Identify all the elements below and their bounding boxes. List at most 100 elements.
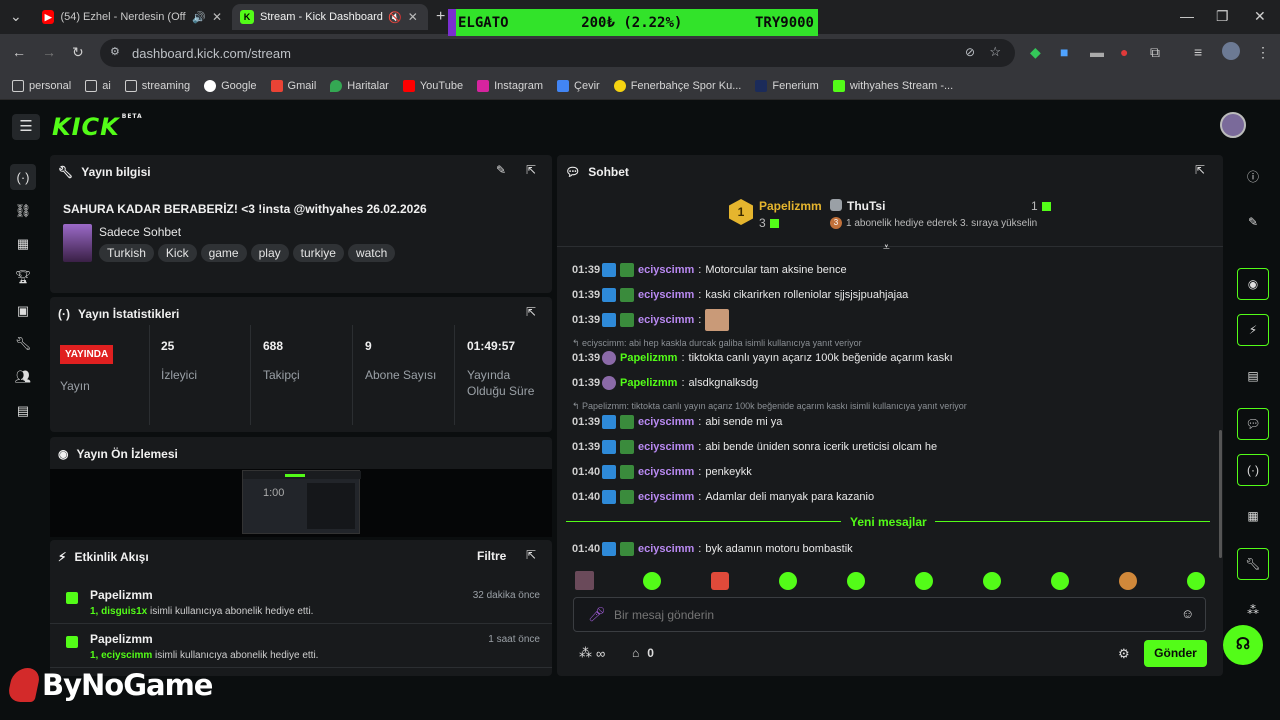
- microphone-icon[interactable]: 🎤︎: [588, 606, 606, 623]
- close-tab-icon[interactable]: ✕: [212, 10, 222, 24]
- chat-username[interactable]: Papelizmm: [620, 352, 677, 364]
- notes-icon[interactable]: ▤: [1237, 360, 1269, 392]
- chat-username[interactable]: eciyscimm: [638, 491, 694, 503]
- bookmark-personal[interactable]: personal: [12, 79, 71, 92]
- bookmark-gmail[interactable]: Gmail: [270, 79, 316, 92]
- kicks-icon[interactable]: ⁂: [1237, 594, 1269, 626]
- send-button[interactable]: Gönder: [1144, 640, 1207, 667]
- kicks-balance[interactable]: ⁂ ∞: [579, 645, 605, 661]
- extension-icon[interactable]: ▬: [1090, 44, 1104, 60]
- layout-icon[interactable]: ▦: [1237, 500, 1269, 532]
- emote-icon[interactable]: [711, 572, 729, 590]
- minimize-icon[interactable]: —: [1180, 8, 1194, 24]
- bookmark-maps[interactable]: Haritalar: [330, 79, 389, 92]
- star-icon[interactable]: ☆: [989, 44, 1001, 60]
- new-tab-icon[interactable]: +: [436, 8, 445, 26]
- chat-input-box[interactable]: 🎤︎ ☺: [573, 597, 1206, 632]
- bookmark-fenerium[interactable]: Fenerium: [755, 79, 819, 92]
- analytics-icon[interactable]: ▦: [10, 231, 36, 257]
- profile-avatar[interactable]: [1222, 42, 1240, 60]
- chat-username[interactable]: eciyscimm: [638, 441, 694, 453]
- url-field[interactable]: ⚙ dashboard.kick.com/stream ⊘ ☆: [100, 39, 1015, 67]
- popout-icon[interactable]: ⇱: [1195, 163, 1211, 179]
- emote-icon[interactable]: [915, 572, 933, 590]
- emote-icon[interactable]: [983, 572, 1001, 590]
- back-icon[interactable]: ←: [12, 44, 26, 60]
- support-headset-icon[interactable]: ☊: [1223, 625, 1263, 665]
- reply-context[interactable]: ↰ eciyscimm: abi hep kaskla durcak galib…: [572, 338, 862, 349]
- category-name[interactable]: Sadece Sohbet: [99, 225, 181, 239]
- chat-username[interactable]: eciyscimm: [638, 314, 694, 326]
- chat-username[interactable]: Papelizmm: [620, 377, 677, 389]
- muted-icon[interactable]: 🔇: [388, 11, 402, 24]
- user-avatar[interactable]: [1220, 112, 1246, 138]
- emote-image[interactable]: [705, 309, 730, 331]
- extension-icon[interactable]: ●: [1120, 44, 1128, 60]
- store-counter[interactable]: ⌂ 0: [632, 646, 654, 660]
- chat-username[interactable]: eciyscimm: [638, 264, 694, 276]
- reload-icon[interactable]: ↻: [72, 44, 84, 61]
- chat-settings-gear-icon[interactable]: ⚙: [1118, 646, 1130, 662]
- video-library-icon[interactable]: ▣: [10, 298, 36, 324]
- kick-logo[interactable]: KICK BETA: [52, 113, 143, 141]
- shield-extension-icon[interactable]: ◆: [1030, 44, 1041, 61]
- emote-icon[interactable]: [1187, 572, 1205, 590]
- bookmark-kick-stream[interactable]: withyahes Stream -...: [832, 79, 953, 92]
- collapse-leaderboard-icon[interactable]: ⩡: [883, 240, 890, 255]
- tab-search-icon[interactable]: ⌄: [10, 8, 22, 25]
- top-gifter-name[interactable]: Papelizmm: [759, 199, 822, 213]
- second-gifter-name[interactable]: ThuTsi: [847, 199, 885, 213]
- event-user[interactable]: Papelizmm: [90, 632, 153, 646]
- extension-icon[interactable]: ■: [1060, 44, 1068, 60]
- emote-icon[interactable]: [643, 572, 661, 590]
- site-info-icon[interactable]: ⚙: [110, 45, 120, 58]
- bookmark-google[interactable]: Google: [204, 79, 257, 92]
- popout-icon[interactable]: ⇱: [526, 305, 542, 321]
- preview-video-area[interactable]: 1:00: [50, 469, 552, 537]
- community-icon[interactable]: 👥︎: [10, 364, 36, 390]
- bookmark-ai[interactable]: ai: [85, 79, 111, 92]
- bookmark-instagram[interactable]: Instagram: [477, 79, 543, 92]
- emote-icon[interactable]: [1119, 572, 1137, 590]
- extensions-puzzle-icon[interactable]: ⧉: [1150, 44, 1160, 61]
- chat-username[interactable]: eciyscimm: [638, 289, 694, 301]
- popout-icon[interactable]: ⇱: [526, 163, 542, 179]
- stream-broadcast-icon[interactable]: (·): [10, 164, 36, 190]
- menu-icon[interactable]: ⋮: [1256, 44, 1270, 61]
- eye-off-icon[interactable]: ⊘: [965, 45, 975, 59]
- popout-icon[interactable]: ⇱: [526, 548, 542, 564]
- category-thumbnail[interactable]: [63, 224, 92, 262]
- emote-recent[interactable]: [575, 571, 594, 590]
- link-icon[interactable]: ⛓: [10, 198, 36, 224]
- emote-icon[interactable]: [1051, 572, 1069, 590]
- bookmark-youtube[interactable]: YouTube: [402, 79, 463, 92]
- lightning-toggle-icon[interactable]: ⚡︎: [1237, 314, 1269, 346]
- chat-username[interactable]: eciyscimm: [638, 466, 694, 478]
- close-tab-icon[interactable]: ✕: [408, 10, 418, 24]
- chat-scrollbar[interactable]: [1219, 430, 1222, 558]
- wrench-toggle-icon[interactable]: 🔧︎: [1237, 548, 1269, 580]
- broadcast-toggle-icon[interactable]: (·): [1237, 454, 1269, 486]
- chat-username[interactable]: eciyscimm: [638, 416, 694, 428]
- edit-pencil-icon[interactable]: ✎: [496, 163, 512, 179]
- event-user[interactable]: Papelizmm: [90, 588, 153, 602]
- reply-context[interactable]: ↰ Papelizmm: tiktokta canlı yayın açarız…: [572, 401, 967, 412]
- emote-icon[interactable]: [847, 572, 865, 590]
- emoji-picker-icon[interactable]: ☺: [1181, 606, 1194, 621]
- trophy-icon[interactable]: 🏆︎: [10, 264, 36, 290]
- close-window-icon[interactable]: ✕: [1254, 8, 1266, 25]
- bookmark-translate[interactable]: Çevir: [557, 79, 600, 92]
- bookmark-fenerbahce[interactable]: Fenerbahçe Spor Ku...: [613, 79, 741, 92]
- chat-toggle-icon[interactable]: 💬︎: [1237, 408, 1269, 440]
- edit-pencil-icon[interactable]: ✎: [1237, 206, 1269, 238]
- bookmark-streaming[interactable]: streaming: [124, 79, 190, 92]
- chat-username[interactable]: eciyscimm: [638, 543, 694, 555]
- hamburger-menu-icon[interactable]: ☰: [12, 114, 40, 140]
- chat-message-input[interactable]: [614, 604, 1154, 626]
- emote-icon[interactable]: [779, 572, 797, 590]
- info-icon[interactable]: ⓘ: [1237, 160, 1269, 192]
- reading-list-icon[interactable]: ≡: [1194, 44, 1202, 60]
- tab-youtube[interactable]: ▶ (54) Ezhel - Nerdesin (Officia 🔊 ✕: [34, 4, 230, 30]
- wrench-icon[interactable]: 🔧︎: [10, 331, 36, 357]
- preview-toggle-icon[interactable]: ◉: [1237, 268, 1269, 300]
